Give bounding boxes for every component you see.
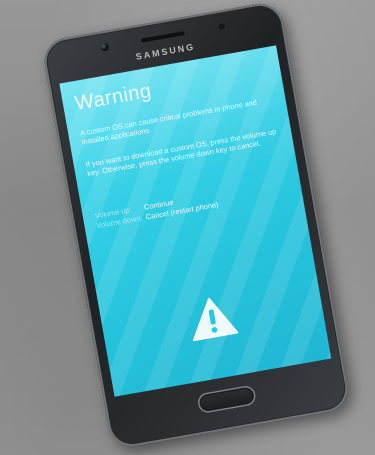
download-mode-screen: Warning A custom OS can cause critical p… xyxy=(59,45,332,397)
home-button[interactable] xyxy=(196,384,258,415)
front-camera-icon xyxy=(100,42,110,52)
photo-scene: SAMSUNG Warning A custom OS can cause cr… xyxy=(0,0,375,455)
key-options-list: Volume up: Continue Volume down: Cancel … xyxy=(94,177,294,231)
earpiece-speaker xyxy=(140,31,185,43)
warning-title: Warning xyxy=(73,79,154,115)
phone-device: SAMSUNG Warning A custom OS can cause cr… xyxy=(40,0,352,450)
warning-triangle-icon xyxy=(192,297,239,342)
proximity-sensor xyxy=(218,23,226,30)
